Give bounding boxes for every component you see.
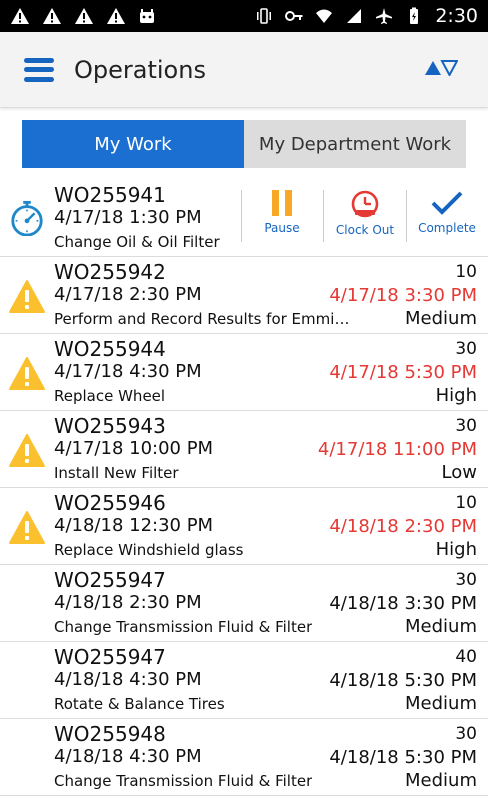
wifi-icon [316, 9, 333, 23]
checkmark-icon [431, 191, 463, 215]
work-order-sequence: 40 [455, 647, 477, 667]
work-order-priority: Medium [405, 616, 477, 637]
work-order-row[interactable]: WO255947 4/18/18 4:30 PM Rotate & Balance … [0, 642, 488, 719]
work-order-datetime: 4/18/18 2:30 PM [54, 592, 202, 613]
work-order-due-date: 4/18/18 2:30 PM [329, 516, 477, 537]
work-order-priority: High [435, 539, 477, 560]
work-order-description: Replace Wheel [54, 387, 166, 405]
warning-icon [75, 8, 93, 24]
work-order-description: Change Transmission Fluid & Filter [54, 618, 313, 636]
work-order-sequence: 30 [455, 724, 477, 744]
status-bar: 2:30 [0, 0, 488, 32]
work-order-priority: Low [441, 462, 477, 483]
page-title: Operations [74, 55, 206, 84]
work-order-datetime: 4/18/18 4:30 PM [54, 746, 202, 767]
work-order-row[interactable]: WO255942 4/17/18 2:30 PM Perform and Recor… [0, 257, 488, 334]
work-order-description: Change Transmission Fluid & Filter [54, 772, 313, 790]
work-order-row[interactable]: WO255944 4/17/18 4:30 PM Replace Wheel 30 4/… [0, 334, 488, 411]
work-order-row[interactable]: WO255948 4/18/18 4:30 PM Change Transmissi… [0, 719, 488, 796]
notification-icons [10, 7, 156, 25]
warning-icon [107, 8, 125, 24]
warning-icon [11, 8, 29, 24]
battery-icon [410, 7, 419, 24]
work-order-row[interactable]: WO255947 4/18/18 2:30 PM Change Transmissi… [0, 565, 488, 642]
complete-label: Complete [418, 221, 476, 235]
work-order-priority: Medium [405, 770, 477, 791]
work-order-due-date: 4/17/18 3:30 PM [329, 285, 477, 306]
divider [241, 190, 242, 242]
airplane-icon [376, 8, 393, 24]
pause-button[interactable]: Pause [256, 190, 308, 242]
work-order-number: WO255947 [54, 568, 166, 592]
divider [323, 190, 324, 242]
work-order-due-date: 4/18/18 5:30 PM [329, 747, 477, 768]
clock-out-label: Clock Out [335, 223, 395, 237]
work-order-description: Change Oil & Oil Filter [54, 233, 220, 251]
warning-icon [9, 357, 45, 390]
work-order-sequence: 10 [455, 262, 477, 282]
pause-label: Pause [264, 221, 300, 235]
complete-button[interactable]: Complete [416, 190, 478, 242]
work-order-priority: Medium [405, 308, 477, 329]
work-order-due-date: 4/18/18 3:30 PM [329, 593, 477, 614]
warning-icon [9, 511, 45, 544]
work-order-due-date: 4/17/18 11:00 PM [317, 439, 477, 460]
work-order-number: WO255947 [54, 645, 166, 669]
work-order-number: WO255946 [54, 491, 166, 515]
tab-my-department-work[interactable]: My Department Work [244, 120, 466, 168]
work-order-number: WO255942 [54, 260, 166, 284]
warning-icon [9, 434, 45, 467]
divider [406, 190, 407, 242]
work-order-datetime: 4/17/18 1:30 PM [54, 207, 202, 228]
warning-icon [43, 8, 61, 24]
work-order-row[interactable]: WO255946 4/18/18 12:30 PM Replace Windshie… [0, 488, 488, 565]
android-icon [140, 9, 154, 23]
clock-time: 2:30 [435, 5, 478, 27]
app-header: Operations [0, 32, 488, 108]
work-order-priority: Medium [405, 693, 477, 714]
work-order-number: WO255944 [54, 337, 166, 361]
work-order-sequence: 10 [455, 493, 477, 513]
work-order-description: Replace Windshield glass [54, 541, 244, 559]
work-order-datetime: 4/18/18 4:30 PM [54, 669, 202, 690]
app-screen: 2:30 Operations My Work My Department Wo… [0, 0, 488, 800]
work-order-priority: High [435, 385, 477, 406]
pause-icon [272, 190, 292, 216]
key-icon [285, 11, 303, 21]
work-order-description: Rotate & Balance Tires [54, 695, 225, 713]
work-order-number: WO255941 [54, 183, 166, 207]
signal-icon [347, 9, 362, 23]
warning-icon [9, 280, 45, 313]
work-order-description: Install New Filter [54, 464, 179, 482]
work-order-description: Perform and Record Results for Emmisi... [54, 310, 354, 328]
work-order-number: WO255948 [54, 722, 166, 746]
system-icons: 2:30 [255, 5, 478, 27]
clock-out-icon [351, 190, 379, 218]
tab-my-work[interactable]: My Work [22, 120, 244, 168]
active-work-order[interactable]: WO255941 4/17/18 1:30 PM Change Oil & Oi… [0, 180, 488, 257]
work-order-sequence: 30 [455, 416, 477, 436]
work-order-row[interactable]: WO255943 4/17/18 10:00 PM Install New Filt… [0, 411, 488, 488]
work-order-due-date: 4/17/18 5:30 PM [329, 362, 477, 383]
menu-icon[interactable] [24, 57, 54, 82]
work-order-list: WO255941 4/17/18 1:30 PM Change Oil & Oi… [0, 180, 488, 796]
work-order-datetime: 4/18/18 12:30 PM [54, 515, 214, 536]
work-order-datetime: 4/17/18 10:00 PM [54, 438, 214, 459]
work-order-sequence: 30 [455, 570, 477, 590]
vibrate-icon [257, 8, 272, 24]
clock-out-button[interactable]: Clock Out [332, 190, 398, 242]
work-order-number: WO255943 [54, 414, 166, 438]
sort-icon[interactable] [424, 60, 458, 76]
work-order-datetime: 4/17/18 4:30 PM [54, 361, 202, 382]
stopwatch-icon [11, 200, 43, 236]
order-rows: WO255942 4/17/18 2:30 PM Perform and Recor… [0, 257, 488, 796]
work-order-sequence: 30 [455, 339, 477, 359]
work-order-due-date: 4/18/18 5:30 PM [329, 670, 477, 691]
work-tabs: My Work My Department Work [22, 120, 466, 168]
work-order-datetime: 4/17/18 2:30 PM [54, 284, 202, 305]
